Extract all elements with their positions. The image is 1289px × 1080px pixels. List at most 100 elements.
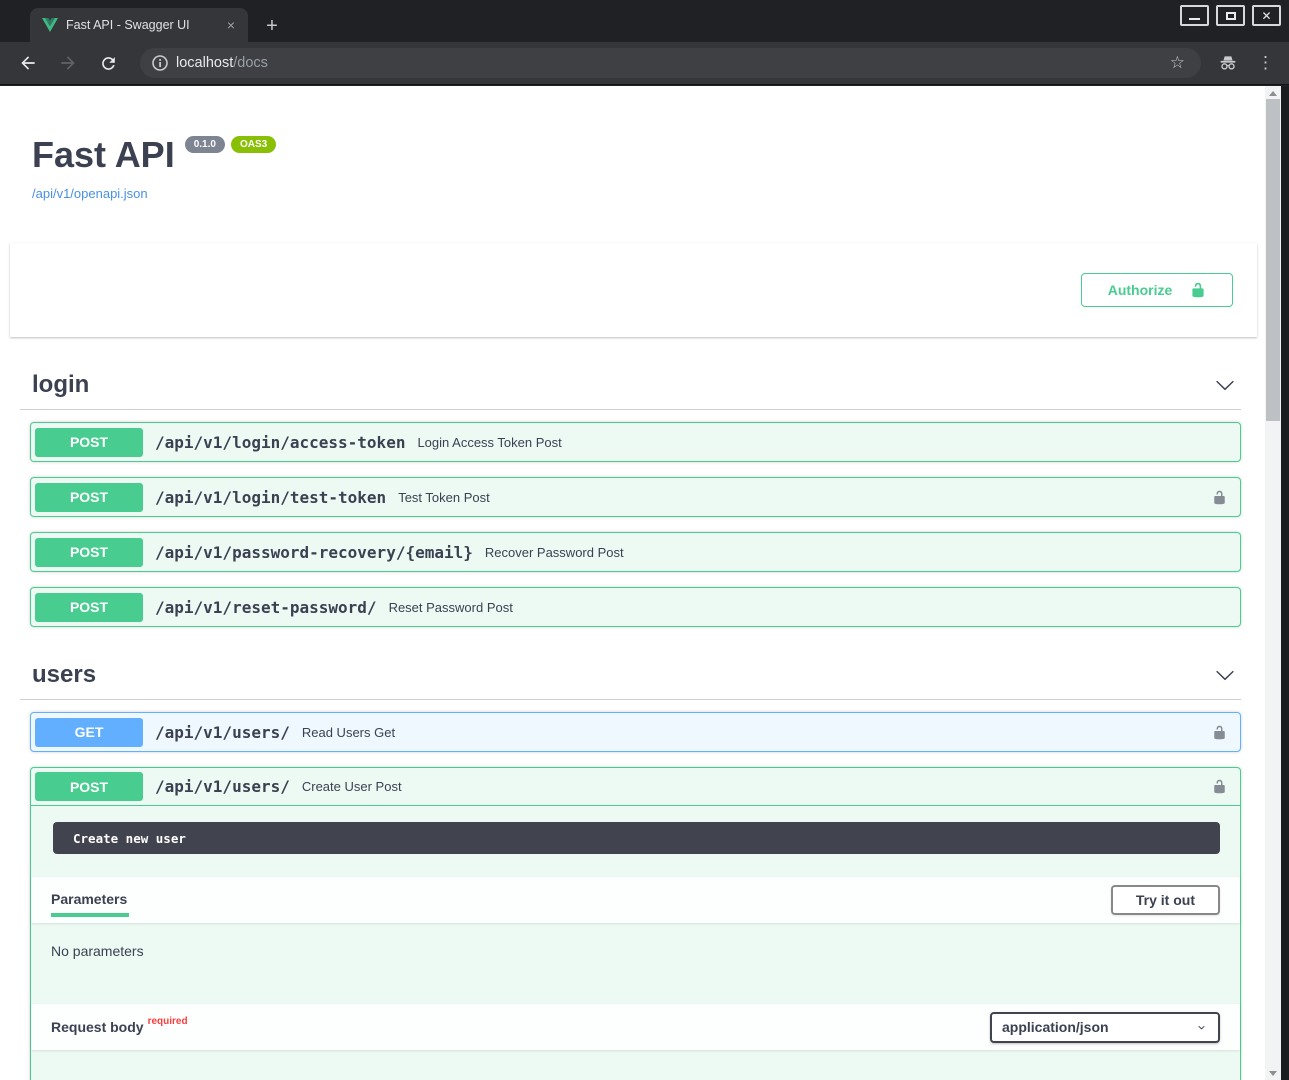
section-title: users: [32, 661, 1215, 689]
operation-summary[interactable]: POST /api/v1/password-recovery/{email} R…: [31, 533, 1240, 571]
unlocked-padlock-icon: [1212, 725, 1227, 740]
url-host: localhost: [176, 55, 233, 71]
operation-body: Create new user Parameters Try it out No…: [31, 822, 1240, 1080]
site-info-icon[interactable]: [152, 55, 168, 71]
browser-toolbar: localhost/docs ☆ ⋮: [0, 42, 1289, 85]
endpoint-summary: Read Users Get: [302, 725, 395, 740]
version-badge: 0.1.0: [185, 136, 225, 153]
toolbar-right: ⋮: [1217, 53, 1275, 73]
method-badge: GET: [35, 718, 143, 747]
oas3-badge: OAS3: [231, 136, 276, 153]
unlocked-padlock-icon: [1212, 490, 1227, 505]
scrollbar-thumb[interactable]: [1266, 99, 1280, 421]
tab-close-icon[interactable]: ×: [222, 16, 240, 34]
bookmark-star-icon[interactable]: ☆: [1170, 53, 1185, 73]
section-title: login: [32, 371, 1215, 399]
authorize-button[interactable]: Authorize: [1081, 273, 1233, 307]
scroll-up-button[interactable]: [1265, 86, 1281, 100]
endpoint-summary: Test Token Post: [398, 490, 490, 505]
endpoint-summary: Reset Password Post: [389, 600, 513, 615]
maximize-icon: [1226, 12, 1236, 20]
endpoint-path: /api/v1/login/test-token: [155, 488, 386, 507]
reload-button[interactable]: [94, 49, 122, 77]
scroll-down-button[interactable]: [1265, 1066, 1281, 1080]
chevron-down-icon[interactable]: [1215, 665, 1235, 685]
endpoint-path: /api/v1/password-recovery/{email}: [155, 543, 473, 562]
auth-lock-button[interactable]: [1208, 776, 1230, 798]
section-header-login[interactable]: login: [20, 363, 1241, 410]
unlocked-padlock-icon: [1212, 779, 1227, 794]
operation-row: POST /api/v1/password-recovery/{email} R…: [30, 532, 1241, 572]
tab-title: Fast API - Swagger UI: [66, 18, 222, 32]
window-controls: ✕: [1180, 5, 1281, 26]
close-button[interactable]: ✕: [1252, 5, 1281, 26]
new-tab-button[interactable]: +: [258, 12, 286, 40]
browser-menu-button[interactable]: ⋮: [1257, 53, 1275, 73]
operation-list-users: GET /api/v1/users/ Read Users Get POST /…: [30, 712, 1241, 1080]
browser-tab[interactable]: Fast API - Swagger UI ×: [30, 8, 248, 42]
method-badge: POST: [35, 593, 143, 622]
page-scrollbar[interactable]: [1265, 86, 1281, 1080]
minimize-icon: [1189, 18, 1200, 20]
window-edge: [1281, 86, 1289, 1080]
endpoint-path: /api/v1/login/access-token: [155, 433, 405, 452]
method-badge: POST: [35, 538, 143, 567]
request-body-header: Request body required application/json: [31, 1004, 1240, 1050]
operation-summary[interactable]: POST /api/v1/login/test-token Test Token…: [31, 478, 1240, 516]
request-body-label: Request body required: [51, 1019, 188, 1035]
operation-row: POST /api/v1/reset-password/ Reset Passw…: [30, 587, 1241, 627]
minimize-button[interactable]: [1180, 5, 1209, 26]
operation-row-expanded: POST /api/v1/users/ Create User Post Cre…: [30, 767, 1241, 1080]
request-body-title-text: Request body: [51, 1019, 144, 1035]
section-header-users[interactable]: users: [20, 653, 1241, 700]
chevron-down-icon[interactable]: [1215, 375, 1235, 395]
endpoint-path: /api/v1/reset-password/: [155, 598, 377, 617]
url-path: /docs: [233, 55, 268, 71]
swagger-page: Fast API 0.1.0 OAS3 /api/v1/openapi.json…: [0, 86, 1265, 1080]
operation-summary[interactable]: POST /api/v1/reset-password/ Reset Passw…: [31, 588, 1240, 626]
method-badge: POST: [35, 772, 143, 801]
maximize-button[interactable]: [1216, 5, 1245, 26]
url-text: localhost/docs: [176, 55, 268, 71]
media-type-value: application/json: [1002, 1019, 1109, 1035]
operation-list-login: POST /api/v1/login/access-token Login Ac…: [30, 422, 1241, 627]
try-it-out-button[interactable]: Try it out: [1111, 885, 1220, 915]
operation-row: POST /api/v1/login/test-token Test Token…: [30, 477, 1241, 517]
media-type-select[interactable]: application/json: [990, 1012, 1220, 1043]
operation-row: POST /api/v1/login/access-token Login Ac…: [30, 422, 1241, 462]
back-button[interactable]: [14, 49, 42, 77]
parameters-tab[interactable]: Parameters: [51, 877, 127, 923]
page-title: Fast API 0.1.0 OAS3: [32, 134, 276, 176]
parameters-header: Parameters Try it out: [31, 877, 1240, 923]
operation-summary[interactable]: POST /api/v1/users/ Create User Post: [31, 768, 1240, 806]
swagger-favicon-icon: [42, 18, 58, 32]
method-badge: POST: [35, 428, 143, 457]
endpoint-path: /api/v1/users/: [155, 723, 290, 742]
scroll-up-icon: [1269, 91, 1277, 96]
openapi-spec-link[interactable]: /api/v1/openapi.json: [32, 186, 148, 201]
reload-icon: [99, 54, 118, 73]
endpoint-summary: Create User Post: [302, 779, 402, 794]
address-bar[interactable]: localhost/docs ☆: [140, 48, 1201, 78]
unlocked-padlock-icon: [1190, 282, 1206, 298]
browser-window: Fast API - Swagger UI × + ✕: [0, 0, 1289, 1080]
tab-strip: Fast API - Swagger UI × + ✕: [0, 0, 1289, 42]
incognito-icon: [1217, 53, 1239, 73]
auth-lock-button[interactable]: [1208, 486, 1230, 508]
operation-summary[interactable]: GET /api/v1/users/ Read Users Get: [31, 713, 1240, 751]
forward-icon: [58, 53, 78, 73]
auth-lock-button[interactable]: [1208, 721, 1230, 743]
operation-summary[interactable]: POST /api/v1/login/access-token Login Ac…: [31, 423, 1240, 461]
scroll-down-icon: [1269, 1071, 1277, 1076]
endpoint-path: /api/v1/users/: [155, 777, 290, 796]
operation-description: Create new user: [53, 822, 1220, 854]
api-title-text: Fast API: [32, 134, 175, 176]
required-flag: required: [148, 1016, 188, 1027]
no-parameters-text: No parameters: [31, 923, 1240, 981]
endpoint-summary: Recover Password Post: [485, 545, 624, 560]
authorize-label: Authorize: [1108, 282, 1173, 298]
parameters-label: Parameters: [51, 891, 127, 907]
select-chevron-icon: [1195, 1021, 1208, 1034]
forward-button[interactable]: [54, 49, 82, 77]
api-badges: 0.1.0 OAS3: [185, 136, 276, 153]
